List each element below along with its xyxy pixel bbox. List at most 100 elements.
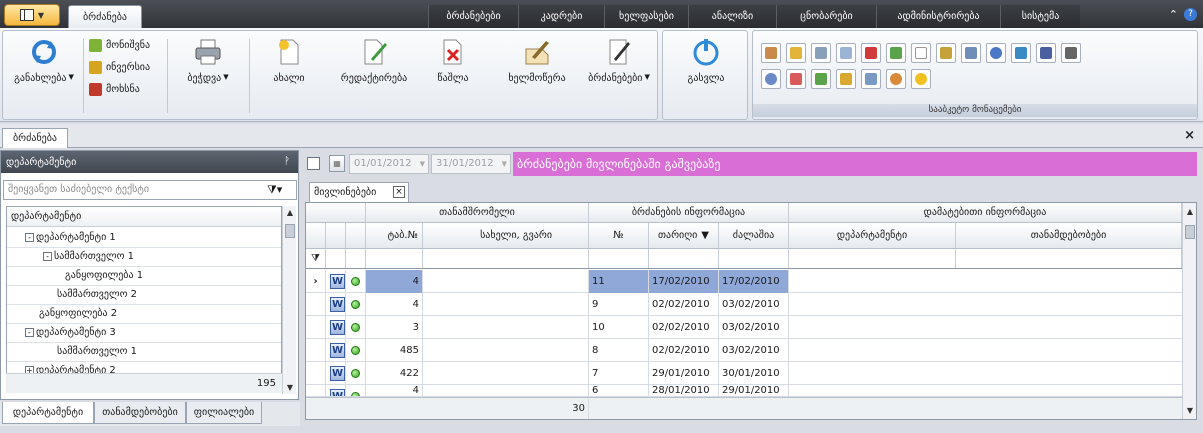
link-icon[interactable] [811, 43, 831, 63]
scroll-down-icon[interactable]: ▼ [1185, 406, 1195, 415]
column-header-tab-number[interactable]: ტაბ.№ [366, 223, 423, 248]
word-document-icon[interactable]: W [326, 362, 346, 385]
edit-button[interactable]: რედაქტირება [331, 37, 417, 84]
id-card-icon[interactable] [961, 43, 981, 63]
table-row[interactable]: › W 4 11 17/02/2010 17/02/2010 [306, 270, 1182, 293]
word-document-icon[interactable]: W [326, 316, 346, 339]
employee-icon[interactable] [761, 43, 781, 63]
tools-icon[interactable] [1061, 43, 1081, 63]
transfer-icon[interactable] [811, 69, 831, 89]
word-document-icon[interactable]: W [326, 339, 346, 362]
filter-cell[interactable] [326, 249, 346, 268]
new-button[interactable]: ახალი [259, 37, 319, 84]
table-row[interactable]: W 4 9 02/02/2010 03/02/2010 [306, 293, 1182, 316]
orders-button[interactable]: ბრძანებები ▼ [579, 37, 659, 84]
tab-positions[interactable]: თანამდებობები [94, 402, 186, 424]
scroll-thumb[interactable] [285, 224, 295, 238]
filter-cell[interactable] [346, 249, 366, 268]
document-icon[interactable] [911, 43, 931, 63]
filter-cell[interactable] [366, 249, 423, 268]
collapse-icon[interactable]: - [25, 233, 34, 242]
refresh-button[interactable]: განახლება ▼ [9, 37, 79, 84]
help-icon[interactable]: ? [1184, 8, 1197, 21]
calendar-icon[interactable]: ▦ [329, 155, 345, 172]
print-button[interactable]: ბეჭდვა ▼ [175, 37, 241, 84]
tab-salaries[interactable]: ხელფასები [604, 5, 688, 28]
cell-date[interactable]: 28/01/2010 [649, 385, 719, 396]
cell-valid[interactable]: 03/02/2010 [719, 339, 789, 362]
cell-tab-number[interactable]: 422 [366, 362, 423, 385]
cell-number[interactable]: 6 [589, 385, 649, 396]
tab-references[interactable]: ცნობარები [776, 5, 876, 28]
scroll-up-icon[interactable]: ▲ [285, 208, 295, 217]
pin-icon[interactable]: ᚹ [284, 156, 290, 167]
column-header-department[interactable]: დეპარტამენტი [789, 223, 956, 248]
department-search-input[interactable]: შეიყვანეთ საძიებელი ტექსტი [3, 180, 297, 200]
select-button[interactable]: მონიშვნა [89, 39, 150, 52]
cell-tab-number[interactable]: 4 [366, 270, 423, 293]
award-icon[interactable] [861, 43, 881, 63]
cell-name[interactable] [423, 385, 589, 396]
cell-tab-number[interactable]: 4 [366, 293, 423, 316]
settings-icon[interactable] [761, 69, 781, 89]
tab-order[interactable]: ბრძანება [68, 5, 142, 28]
word-document-icon[interactable]: W [326, 270, 346, 293]
money-icon[interactable] [786, 43, 806, 63]
exit-button[interactable]: გასვლა [673, 37, 739, 84]
tree-node[interactable]: სამმართველო 1 [57, 342, 137, 361]
tree-node[interactable]: - დეპარტამენტი 3 [25, 323, 116, 342]
cell-date[interactable]: 17/02/2010 [649, 270, 719, 293]
tab-analysis[interactable]: ანალიზი [688, 5, 776, 28]
cell-date[interactable]: 29/01/2010 [649, 362, 719, 385]
cell-name[interactable] [423, 362, 589, 385]
deselect-button[interactable]: მოხსნა [89, 83, 140, 96]
cell-number[interactable]: 9 [589, 293, 649, 316]
list-icon[interactable] [836, 43, 856, 63]
people-icon[interactable] [936, 43, 956, 63]
date-to-field[interactable]: 31/01/2012 ▼ [431, 154, 511, 174]
money-bag-icon[interactable] [836, 69, 856, 89]
scroll-down-icon[interactable]: ▼ [285, 383, 295, 392]
cell-date[interactable]: 02/02/2010 [649, 339, 719, 362]
scroll-up-icon[interactable]: ▲ [1185, 207, 1195, 216]
tree-node[interactable]: - დეპარტამენტი 1 [25, 228, 116, 247]
filter-cell[interactable] [956, 249, 1182, 268]
close-icon[interactable]: × [393, 186, 405, 198]
date-filter-checkbox[interactable] [307, 157, 320, 170]
tab-branches[interactable]: ფილიალები [186, 402, 262, 424]
cell-number[interactable]: 11 [589, 270, 649, 293]
cell-tab-number[interactable]: 4 [366, 385, 423, 396]
cell-tab-number[interactable]: 3 [366, 316, 423, 339]
cell-name[interactable] [423, 316, 589, 339]
filter-cell[interactable] [423, 249, 589, 268]
sign-button[interactable]: ხელმოწერა [499, 37, 575, 84]
tree-node[interactable]: განყოფილება 2 [39, 304, 117, 323]
cell-name[interactable] [423, 339, 589, 362]
tree-node[interactable]: განყოფილება 1 [65, 266, 143, 285]
delete-button[interactable]: წაშლა [423, 37, 483, 84]
close-icon[interactable]: × [1184, 128, 1195, 143]
application-menu-button[interactable]: ▼ [4, 4, 60, 26]
cell-name[interactable] [423, 293, 589, 316]
cell-number[interactable]: 7 [589, 362, 649, 385]
column-header-name[interactable]: სახელი, გვარი [423, 223, 589, 248]
word-document-icon[interactable]: W [326, 293, 346, 316]
cell-valid[interactable]: 29/01/2010 [719, 385, 789, 396]
cell-date[interactable]: 02/02/2010 [649, 293, 719, 316]
tab-system[interactable]: სისტემა [1000, 5, 1080, 28]
word-document-icon[interactable]: W [326, 385, 346, 396]
tab-personnel[interactable]: კადრები [518, 5, 604, 28]
tab-administration[interactable]: ადმინისტრირება [876, 5, 1000, 28]
tree-node[interactable]: სამმართველო 2 [57, 285, 137, 304]
collapse-icon[interactable]: - [25, 328, 34, 337]
checklist-icon[interactable] [886, 43, 906, 63]
table-row[interactable]: W 4 6 28/01/2010 29/01/2010 [306, 385, 1182, 397]
cell-tab-number[interactable]: 485 [366, 339, 423, 362]
calendar-icon[interactable] [786, 69, 806, 89]
column-header-number[interactable]: № [589, 223, 649, 248]
helmet-icon[interactable] [911, 69, 931, 89]
filter-cell[interactable] [649, 249, 719, 268]
scroll-thumb[interactable] [1185, 225, 1195, 239]
tab-departments[interactable]: დეპარტამენტი [2, 402, 94, 424]
tree-node[interactable]: - სამმართველო 1 [43, 247, 134, 266]
